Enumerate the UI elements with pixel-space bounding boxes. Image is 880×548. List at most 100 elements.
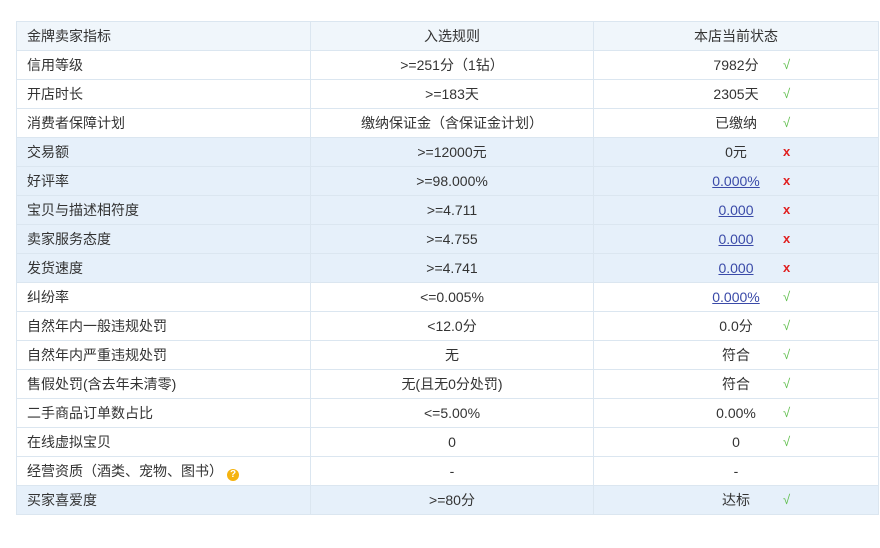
table-row: 卖家服务态度 >=4.755 0.000 x bbox=[16, 224, 879, 254]
status-cell: 0.00% √ bbox=[593, 398, 879, 428]
metric-name: 自然年内一般违规处罚 bbox=[27, 318, 167, 334]
metric-name: 自然年内严重违规处罚 bbox=[27, 347, 167, 363]
rule-cell: >=4.711 bbox=[310, 195, 594, 225]
status-cell: 0 √ bbox=[593, 427, 879, 457]
status-value-link[interactable]: 0.000% bbox=[712, 289, 759, 305]
status-value-wrap: 符合 bbox=[594, 370, 878, 398]
status-value: 符合 bbox=[722, 347, 750, 363]
table-row: 纠纷率 <=0.005% 0.000% √ bbox=[16, 282, 879, 312]
status-value-wrap: 0 bbox=[594, 428, 878, 456]
metric-name-cell: 宝贝与描述相符度 bbox=[16, 195, 311, 225]
table-row: 自然年内严重违规处罚 无 符合 √ bbox=[16, 340, 879, 370]
rule-cell: >=4.755 bbox=[310, 224, 594, 254]
table-row: 售假处罚(含去年未清零) 无(且无0分处罚) 符合 √ bbox=[16, 369, 879, 399]
metric-name: 发货速度 bbox=[27, 260, 83, 276]
metric-name: 纠纷率 bbox=[27, 289, 69, 305]
status-value-link[interactable]: 0.000 bbox=[718, 202, 753, 218]
metric-name-cell: 交易额 bbox=[16, 137, 311, 167]
table-row: 信用等级 >=251分（1钻） 7982分 √ bbox=[16, 50, 879, 80]
header-status-label: 本店当前状态 bbox=[694, 28, 778, 44]
table-row: 宝贝与描述相符度 >=4.711 0.000 x bbox=[16, 195, 879, 225]
table-row: 二手商品订单数占比 <=5.00% 0.00% √ bbox=[16, 398, 879, 428]
fail-mark-icon: x bbox=[783, 260, 791, 275]
header-metric: 金牌卖家指标 bbox=[16, 21, 311, 51]
fail-mark-icon: x bbox=[783, 173, 791, 188]
status-value: 达标 bbox=[722, 492, 750, 508]
status-value-wrap: 0.000 bbox=[594, 254, 878, 282]
status-cell: 0.000% x bbox=[593, 166, 879, 196]
status-value: 0.00% bbox=[716, 405, 756, 421]
status-value: - bbox=[733, 463, 739, 479]
metric-name: 信用等级 bbox=[27, 57, 83, 73]
rule-cell: >=4.741 bbox=[310, 253, 594, 283]
table-row: 开店时长 >=183天 2305天 √ bbox=[16, 79, 879, 109]
status-value: 0 bbox=[732, 434, 740, 450]
fail-mark-icon: x bbox=[783, 144, 791, 159]
status-value-link[interactable]: 0.000% bbox=[712, 173, 759, 189]
rule-cell: >=98.000% bbox=[310, 166, 594, 196]
metric-name: 在线虚拟宝贝 bbox=[27, 434, 111, 450]
check-mark-icon: √ bbox=[783, 57, 791, 72]
gold-seller-table-container: 金牌卖家指标 入选规则 本店当前状态 信用等级 >=251分（1钻） 7982分 √ 开… bbox=[16, 21, 879, 515]
check-mark-icon: √ bbox=[783, 405, 791, 420]
metric-name: 二手商品订单数占比 bbox=[27, 405, 153, 421]
rule-cell: 缴纳保证金（含保证金计划） bbox=[310, 108, 594, 138]
status-value-wrap: 已缴纳 bbox=[594, 109, 878, 137]
status-cell: 符合 √ bbox=[593, 340, 879, 370]
rule-cell: 0 bbox=[310, 427, 594, 457]
header-rule: 入选规则 bbox=[310, 21, 594, 51]
status-cell: 符合 √ bbox=[593, 369, 879, 399]
table-header-row: 金牌卖家指标 入选规则 本店当前状态 bbox=[16, 21, 879, 51]
status-cell: 7982分 √ bbox=[593, 50, 879, 80]
status-cell: 0.000% √ bbox=[593, 282, 879, 312]
fail-mark-icon: x bbox=[783, 202, 791, 217]
check-mark-icon: √ bbox=[783, 376, 791, 391]
check-mark-icon: √ bbox=[783, 115, 791, 130]
metric-name-cell: 消费者保障计划 bbox=[16, 108, 311, 138]
table-row: 经营资质（酒类、宠物、图书）? - - bbox=[16, 456, 879, 486]
header-status: 本店当前状态 bbox=[593, 21, 879, 51]
table-row: 交易额 >=12000元 0元 x bbox=[16, 137, 879, 167]
status-cell: 0.000 x bbox=[593, 195, 879, 225]
rule-cell: >=12000元 bbox=[310, 137, 594, 167]
check-mark-icon: √ bbox=[783, 318, 791, 333]
status-value-link[interactable]: 0.000 bbox=[718, 231, 753, 247]
metric-name: 开店时长 bbox=[27, 86, 83, 102]
status-cell: 0.0分 √ bbox=[593, 311, 879, 341]
status-value-wrap: 0.000 bbox=[594, 196, 878, 224]
fail-mark-icon: x bbox=[783, 231, 791, 246]
rule-cell: 无 bbox=[310, 340, 594, 370]
status-value-wrap: 0.000% bbox=[594, 167, 878, 195]
status-value: 已缴纳 bbox=[715, 115, 757, 131]
rule-cell: >=183天 bbox=[310, 79, 594, 109]
help-icon[interactable]: ? bbox=[227, 469, 239, 481]
status-value-link[interactable]: 0.000 bbox=[718, 260, 753, 276]
metric-name-cell: 卖家服务态度 bbox=[16, 224, 311, 254]
status-value: 0元 bbox=[725, 144, 747, 160]
metric-name-cell: 售假处罚(含去年未清零) bbox=[16, 369, 311, 399]
metric-name-cell: 发货速度 bbox=[16, 253, 311, 283]
metric-name-cell: 在线虚拟宝贝 bbox=[16, 427, 311, 457]
table-row: 好评率 >=98.000% 0.000% x bbox=[16, 166, 879, 196]
metric-name-cell: 纠纷率 bbox=[16, 282, 311, 312]
rule-cell: 无(且无0分处罚) bbox=[310, 369, 594, 399]
metric-name-cell: 开店时长 bbox=[16, 79, 311, 109]
table-row: 消费者保障计划 缴纳保证金（含保证金计划） 已缴纳 √ bbox=[16, 108, 879, 138]
table-row: 买家喜爱度 >=80分 达标 √ bbox=[16, 485, 879, 515]
metric-name: 售假处罚(含去年未清零) bbox=[27, 376, 177, 392]
status-value-wrap: 达标 bbox=[594, 486, 878, 514]
metric-name: 经营资质（酒类、宠物、图书） bbox=[27, 463, 223, 479]
table-row: 发货速度 >=4.741 0.000 x bbox=[16, 253, 879, 283]
rule-cell: <=0.005% bbox=[310, 282, 594, 312]
table-row: 在线虚拟宝贝 0 0 √ bbox=[16, 427, 879, 457]
status-value-wrap: 0元 bbox=[594, 138, 878, 166]
check-mark-icon: √ bbox=[783, 492, 791, 507]
rule-cell: >=251分（1钻） bbox=[310, 50, 594, 80]
status-value-wrap: 7982分 bbox=[594, 51, 878, 79]
status-cell: 2305天 √ bbox=[593, 79, 879, 109]
status-value: 0.0分 bbox=[719, 318, 753, 334]
check-mark-icon: √ bbox=[783, 86, 791, 101]
status-value: 符合 bbox=[722, 376, 750, 392]
status-cell: 已缴纳 √ bbox=[593, 108, 879, 138]
metric-name-cell: 二手商品订单数占比 bbox=[16, 398, 311, 428]
